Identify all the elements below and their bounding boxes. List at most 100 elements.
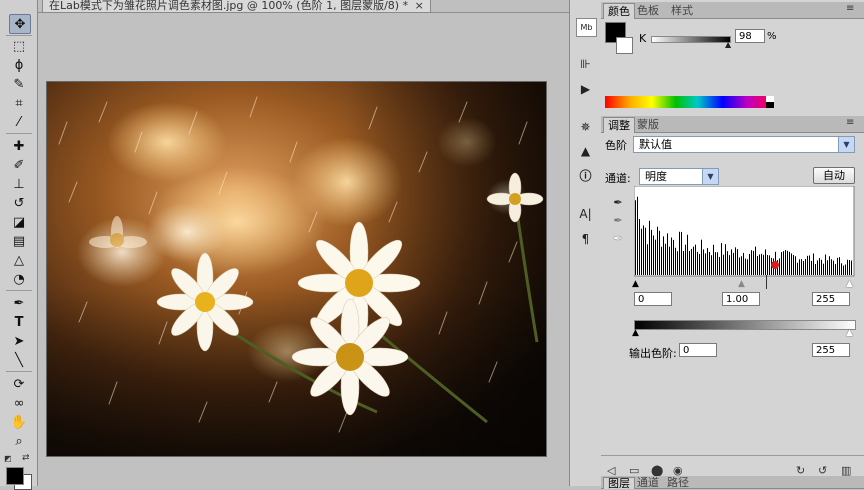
output-black-field[interactable]: 0 <box>679 343 717 357</box>
brush-tool-icon[interactable]: ✐ <box>9 156 29 174</box>
path-select-tool-icon[interactable]: ➤ <box>9 332 29 350</box>
auto-button[interactable]: 自动 <box>813 167 855 184</box>
tab-adjustments[interactable]: 调整 <box>603 117 635 133</box>
clone-stamp-tool-icon[interactable]: ⊥ <box>9 175 29 193</box>
input-white-slider-icon[interactable]: ▲ <box>846 279 853 289</box>
3d-orbit-tool-icon[interactable]: ∞ <box>9 394 29 412</box>
black-point-eyedropper-icon[interactable]: ✒ <box>610 196 626 212</box>
histogram-bar <box>699 254 700 275</box>
channel-dropdown[interactable]: 明度 ▼ <box>639 168 719 185</box>
crop-tool-icon[interactable]: ⌗ <box>9 94 29 112</box>
tab-swatches[interactable]: 色板 <box>633 3 663 18</box>
pen-tool-icon[interactable]: ✒ <box>9 294 29 312</box>
zoom-tool-icon[interactable]: ⌕ <box>9 432 29 450</box>
brush-panel-icon[interactable]: ✵ <box>576 118 595 135</box>
histogram-bar <box>669 246 670 275</box>
healing-brush-tool-icon[interactable]: ✚ <box>9 137 29 155</box>
ramp-black-swatch[interactable] <box>766 102 774 108</box>
history-brush-tool-icon[interactable]: ↺ <box>9 194 29 212</box>
adjust-panel-menu-icon[interactable]: ≡ <box>846 117 854 128</box>
3d-rotate-tool-icon[interactable]: ⟳ <box>9 375 29 393</box>
histogram-bar <box>799 259 800 275</box>
document-title: 在Lab模式下为雏花照片调色素材图.jpg @ 100% (色阶 1, 图层蒙版… <box>49 0 409 12</box>
k-slider-track[interactable] <box>651 36 731 43</box>
histogram-bar <box>649 220 650 275</box>
histogram-bar <box>819 258 820 275</box>
default-colors-icon[interactable]: ◩ <box>4 454 12 463</box>
white-point-eyedropper-icon[interactable]: ✒ <box>610 232 626 248</box>
output-white-field[interactable]: 255 <box>812 343 850 357</box>
gray-point-eyedropper-icon[interactable]: ✒ <box>610 214 626 230</box>
navigator-panel-icon[interactable]: ▲ <box>576 142 595 159</box>
right-panels: 颜色 色板 样式 ≡ K ▲ 98 % 调整 蒙版 ≡ 色阶 默认值 ▼ 通道:… <box>601 0 864 489</box>
swap-colors-icon[interactable]: ⇄ <box>22 453 30 463</box>
gradient-tool-icon[interactable]: ▤ <box>9 232 29 250</box>
foreground-color-swatch[interactable] <box>6 467 24 485</box>
input-black-slider-icon[interactable]: ▲ <box>632 279 639 289</box>
histogram-bar <box>795 256 796 275</box>
histogram-bar <box>719 256 720 275</box>
info-panel-icon[interactable]: ⓘ <box>576 167 595 184</box>
preset-dropdown[interactable]: 默认值 ▼ <box>633 136 855 153</box>
histogram-bar <box>793 254 794 275</box>
histogram-bar <box>723 254 724 275</box>
histogram-bar <box>763 254 764 275</box>
tab-masks[interactable]: 蒙版 <box>633 117 663 132</box>
histogram-bar <box>653 235 654 275</box>
channel-label: 通道: <box>605 172 631 185</box>
quick-select-tool-icon[interactable]: ✎ <box>9 75 29 93</box>
move-tool-icon[interactable]: ✥ <box>9 14 31 34</box>
history-panel-icon[interactable]: ⊪ <box>576 55 595 72</box>
color-panel-tabs: 颜色 色板 样式 ≡ <box>601 2 864 19</box>
histogram-bar <box>675 247 676 275</box>
paragraph-panel-icon[interactable]: ¶ <box>576 230 595 247</box>
character-panel-icon[interactable]: A| <box>576 205 595 222</box>
photo-canvas[interactable] <box>46 81 547 457</box>
histogram-bar <box>787 250 788 275</box>
histogram-bar <box>825 254 826 275</box>
type-tool-icon[interactable]: T <box>9 313 29 331</box>
output-levels-label: 输出色阶: <box>629 347 677 360</box>
lasso-tool-icon[interactable]: ϕ <box>9 56 29 74</box>
output-black-slider-icon[interactable]: ▲ <box>632 328 639 338</box>
input-black-field[interactable]: 0 <box>634 292 672 306</box>
k-value-field[interactable]: 98 <box>735 29 765 43</box>
histogram-bar <box>797 262 798 275</box>
hand-tool-icon[interactable]: ✋ <box>9 413 29 431</box>
input-white-field[interactable]: 255 <box>812 292 850 306</box>
tab-layers[interactable]: 图层 <box>603 477 635 489</box>
histogram-bar <box>817 260 818 275</box>
tab-paths[interactable]: 路径 <box>663 477 693 488</box>
mini-bridge-icon[interactable]: Mb <box>576 18 597 37</box>
histogram-bar <box>781 252 782 275</box>
k-slider-thumb-icon[interactable]: ▲ <box>725 40 731 49</box>
input-gamma-slider-icon[interactable]: ▲ <box>738 279 745 289</box>
eyedropper-tool-icon[interactable]: ⁄ <box>9 113 29 131</box>
histogram-bar <box>729 255 730 275</box>
color-spectrum-ramp[interactable] <box>605 96 773 108</box>
histogram-bar <box>711 255 712 275</box>
shape-tool-icon[interactable]: ╲ <box>9 351 29 369</box>
document-tab[interactable]: 在Lab模式下为雏花照片调色素材图.jpg @ 100% (色阶 1, 图层蒙版… <box>42 0 431 13</box>
tab-color[interactable]: 颜色 <box>603 3 635 19</box>
histogram-bar <box>703 249 704 275</box>
output-white-slider-icon[interactable]: ▲ <box>846 328 853 338</box>
histogram-bar <box>685 244 686 275</box>
close-tab-icon[interactable]: × <box>415 0 424 12</box>
histogram-bar <box>801 259 802 275</box>
eraser-tool-icon[interactable]: ◪ <box>9 213 29 231</box>
histogram-bar <box>741 256 742 275</box>
actions-panel-icon[interactable]: ▶ <box>576 80 595 97</box>
histogram-bar <box>635 200 636 275</box>
tab-channels[interactable]: 通道 <box>633 477 663 488</box>
panel-menu-icon[interactable]: ≡ <box>846 3 854 14</box>
blur-tool-icon[interactable]: △ <box>9 251 29 269</box>
dodge-tool-icon[interactable]: ◔ <box>9 270 29 288</box>
tab-styles[interactable]: 样式 <box>667 3 697 18</box>
histogram-bar <box>841 263 842 275</box>
color-background-swatch[interactable] <box>616 37 633 54</box>
input-gamma-field[interactable]: 1.00 <box>722 292 760 306</box>
histogram-bar <box>755 246 756 275</box>
histogram-bar <box>845 264 846 275</box>
marquee-tool-icon[interactable]: ⬚ <box>9 37 29 55</box>
